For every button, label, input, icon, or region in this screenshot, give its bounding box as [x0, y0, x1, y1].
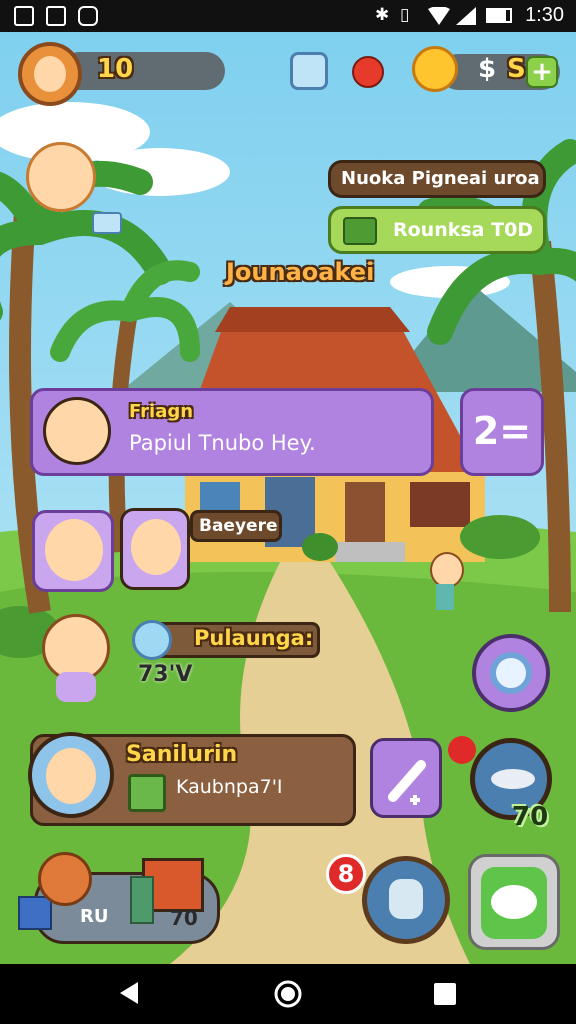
event-banner[interactable]: Nuoka Pigneai uroa	[328, 160, 546, 198]
reward-banner[interactable]: Rounksa T0D	[328, 206, 546, 254]
balloon-icon	[448, 736, 476, 764]
player-face-icon	[34, 56, 66, 92]
profile-detail: Kaubnpa7'I	[176, 776, 283, 798]
player-avatar-button[interactable]	[18, 42, 82, 106]
friend-avatar-1[interactable]	[32, 510, 114, 592]
villager-avatar-tree[interactable]	[26, 142, 96, 212]
message-avatar	[43, 397, 111, 465]
tag-icon	[92, 212, 122, 234]
pet-fox-icon[interactable]	[38, 852, 92, 906]
friend-face-icon-2	[131, 519, 181, 575]
friend-tag: Baeyere	[190, 510, 282, 542]
pet-icon	[389, 879, 423, 919]
back-icon[interactable]	[118, 980, 140, 1006]
message-card[interactable]: Friagn Papiul Tnubo Hey.	[30, 388, 434, 476]
battery-icon	[486, 8, 512, 23]
cloud-icon	[78, 6, 98, 26]
bottle-icon	[130, 876, 154, 924]
resource-tag: Pulaunga:	[194, 626, 314, 650]
screenshot-icon	[14, 6, 34, 26]
sun-icon	[412, 46, 458, 92]
currency-value: S	[507, 54, 526, 84]
navigation-bar	[0, 964, 576, 1024]
hammer-icon	[388, 760, 426, 805]
message-badge[interactable]: 2=	[460, 388, 544, 476]
building-sign: Jounaoakei	[226, 258, 375, 286]
currency-symbol: $	[478, 54, 497, 84]
friend-avatar-2[interactable]	[120, 508, 190, 590]
chat-icon	[491, 885, 537, 919]
chat-bubble-bg	[481, 867, 547, 939]
resource-value: 73'V	[138, 662, 193, 687]
fish-icon	[491, 769, 535, 789]
gear-icon	[490, 652, 532, 694]
fish-count: 70	[512, 802, 549, 832]
profile-avatar[interactable]	[28, 732, 114, 818]
clock: 1:30	[525, 4, 564, 26]
mail-icon[interactable]	[290, 52, 328, 90]
villager-body	[436, 584, 454, 610]
coin-count: 10	[97, 54, 134, 84]
reward-chest-icon	[343, 217, 377, 245]
coin-counter-bar	[60, 52, 225, 90]
map-icon	[128, 774, 166, 812]
bluetooth-icon: ✱	[375, 5, 390, 25]
build-button[interactable]	[370, 738, 442, 818]
profile-name: Sanilurin	[126, 742, 238, 767]
profile-face-icon	[46, 748, 96, 804]
villager-walking[interactable]	[430, 552, 464, 588]
reward-label: Rounksa T0D	[393, 219, 534, 241]
game-scene[interactable]: 10 $ S + Nuoka Pigneai uroa Rounksa T0D …	[0, 32, 576, 964]
inventory-count-right: 70	[170, 906, 198, 930]
message-text: Papiul Tnubo Hey.	[129, 431, 316, 455]
image-icon	[46, 6, 66, 26]
wifi-icon	[428, 7, 450, 25]
recents-icon[interactable]	[434, 983, 456, 1005]
inventory-count-left: RU	[80, 906, 109, 927]
status-bar: ✱ ▯ 1:30	[0, 0, 576, 32]
notification-badge: 8	[326, 854, 366, 894]
settings-button[interactable]	[472, 634, 550, 712]
apple-icon[interactable]	[352, 56, 384, 88]
signal-icon	[456, 7, 476, 25]
home-icon[interactable]	[274, 980, 302, 1008]
villager-sitting-body	[56, 672, 96, 702]
gem-icon	[132, 620, 172, 660]
friend-face-icon	[45, 519, 103, 581]
message-sender: Friagn	[129, 401, 194, 422]
pet-button[interactable]	[362, 856, 450, 944]
box-icon	[18, 896, 52, 930]
chat-button[interactable]	[468, 854, 560, 950]
vibrate-icon: ▯	[400, 5, 410, 25]
add-currency-button[interactable]: +	[526, 56, 558, 88]
